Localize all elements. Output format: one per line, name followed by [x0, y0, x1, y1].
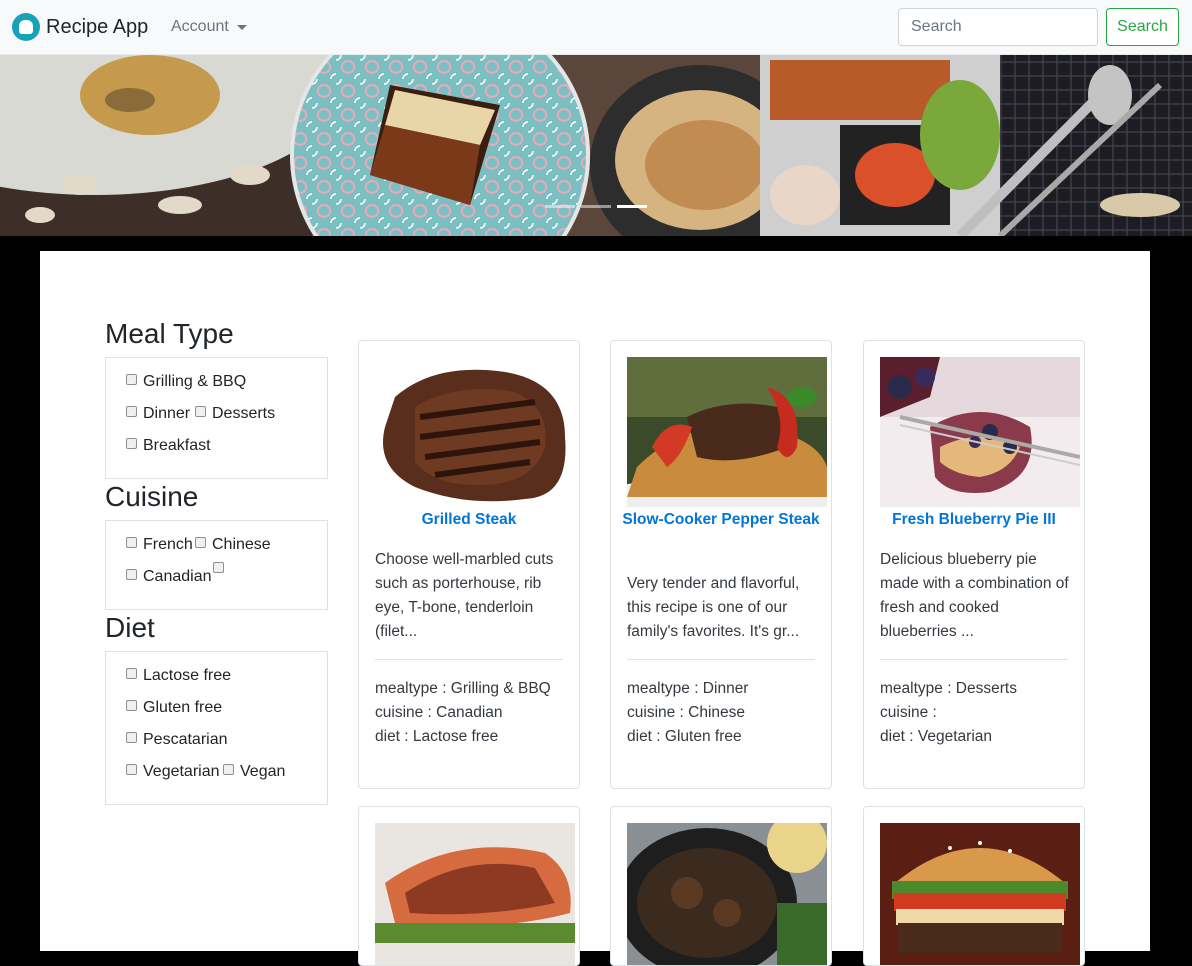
carousel-indicator-2[interactable]	[581, 205, 611, 208]
recipe-title[interactable]: Grilled Steak	[369, 508, 569, 532]
filter-option-vegan[interactable]: Vegan	[223, 763, 285, 781]
account-label: Account	[171, 18, 229, 35]
filter-option-pescatarian[interactable]: Pescatarian	[126, 731, 228, 749]
filter-option-chinese[interactable]: Chinese	[195, 536, 271, 554]
checkbox[interactable]	[223, 763, 234, 775]
checkbox[interactable]	[126, 667, 137, 679]
recipe-card[interactable]: Slow-Cooker Pepper Steak Very tender and…	[610, 340, 832, 789]
search-input[interactable]	[898, 8, 1098, 46]
recipe-image-blueberry-pie[interactable]	[880, 357, 1080, 507]
navbar: Recipe App Account Search	[0, 0, 1192, 55]
cuisine-heading: Cuisine	[105, 481, 199, 512]
recipe-title[interactable]: Fresh Blueberry Pie III	[874, 508, 1074, 532]
recipe-cuisine: cuisine :	[880, 704, 937, 721]
recipe-diet: diet : Vegetarian	[880, 728, 993, 745]
filter-option-grilling-bbq[interactable]: Grilling & BBQ	[126, 373, 246, 391]
recipe-mealtype: mealtype : Grilling & BBQ	[375, 680, 551, 697]
recipe-meta: mealtype : Desserts cuisine : diet : Veg…	[880, 677, 1080, 749]
recipe-description: Delicious blueberry pie made with a comb…	[880, 551, 1069, 640]
recipe-description: Choose well-marbled cuts such as porterh…	[375, 551, 554, 640]
brand[interactable]: Recipe App	[12, 13, 148, 41]
recipe-card[interactable]	[863, 806, 1085, 966]
cuisine-filter-box: French Chinese Canadian	[105, 520, 328, 610]
diet-filter-box: Lactose free Gluten free Pescatarian Veg…	[105, 651, 328, 805]
recipe-description: Very tender and flavorful, this recipe i…	[627, 575, 800, 640]
meal-type-filter-box: Grilling & BBQ Dinner Desserts Breakfast	[105, 357, 328, 479]
carousel-indicators	[545, 205, 647, 208]
filter-option-french[interactable]: French	[126, 536, 193, 554]
checkbox[interactable]	[126, 731, 137, 743]
chef-hat-logo-icon	[12, 13, 40, 41]
checkbox[interactable]	[126, 763, 137, 775]
filter-option-vegetarian[interactable]: Vegetarian	[126, 763, 220, 781]
filter-option-canadian[interactable]: Canadian	[126, 568, 212, 586]
filter-option-lactose-free[interactable]: Lactose free	[126, 667, 231, 685]
checkbox[interactable]	[213, 562, 224, 573]
checkbox[interactable]	[126, 437, 137, 449]
recipe-cuisine: cuisine : Canadian	[375, 704, 503, 721]
card-divider	[627, 659, 815, 660]
recipe-meta: mealtype : Dinner cuisine : Chinese diet…	[627, 677, 827, 749]
checkbox[interactable]	[126, 405, 137, 417]
card-divider	[375, 659, 563, 660]
checkbox[interactable]	[195, 405, 206, 417]
hero-carousel[interactable]	[0, 55, 1192, 236]
brand-name: Recipe App	[46, 16, 149, 38]
recipe-image-pepper-steak[interactable]	[627, 357, 827, 507]
recipe-mealtype: mealtype : Dinner	[627, 680, 749, 697]
checkbox[interactable]	[195, 536, 206, 548]
filter-option-unlabeled[interactable]	[213, 562, 230, 573]
recipe-diet: diet : Lactose free	[375, 728, 499, 745]
recipe-cuisine: cuisine : Chinese	[627, 704, 746, 721]
filter-option-breakfast[interactable]: Breakfast	[126, 437, 211, 455]
carousel-image	[0, 55, 1192, 236]
search-button[interactable]: Search	[1106, 8, 1179, 46]
carousel-indicator-1[interactable]	[545, 205, 575, 208]
filter-option-desserts[interactable]: Desserts	[195, 405, 275, 423]
recipe-card[interactable]: Fresh Blueberry Pie III Delicious bluebe…	[863, 340, 1085, 789]
card-divider	[880, 659, 1068, 660]
recipe-meta: mealtype : Grilling & BBQ cuisine : Cana…	[375, 677, 575, 749]
recipe-diet: diet : Gluten free	[627, 728, 742, 745]
checkbox[interactable]	[126, 699, 137, 711]
filter-option-gluten-free[interactable]: Gluten free	[126, 699, 222, 717]
recipe-image-grilled-steak[interactable]	[375, 357, 575, 507]
account-dropdown[interactable]: Account	[171, 18, 247, 36]
main-container: Meal Type Grilling & BBQ Dinner Desserts…	[40, 251, 1150, 966]
checkbox[interactable]	[126, 568, 137, 580]
diet-heading: Diet	[105, 612, 155, 643]
caret-down-icon	[236, 24, 247, 30]
meal-type-heading: Meal Type	[105, 318, 234, 349]
filter-option-dinner[interactable]: Dinner	[126, 405, 190, 423]
recipe-title[interactable]: Slow-Cooker Pepper Steak	[621, 508, 821, 532]
checkbox[interactable]	[126, 536, 137, 548]
recipe-card[interactable]	[610, 806, 832, 966]
carousel-indicator-3[interactable]	[617, 205, 647, 208]
recipe-card[interactable]	[358, 806, 580, 966]
recipe-card[interactable]: Grilled Steak Choose well-marbled cuts s…	[358, 340, 580, 789]
recipe-mealtype: mealtype : Desserts	[880, 680, 1017, 697]
checkbox[interactable]	[126, 373, 137, 385]
